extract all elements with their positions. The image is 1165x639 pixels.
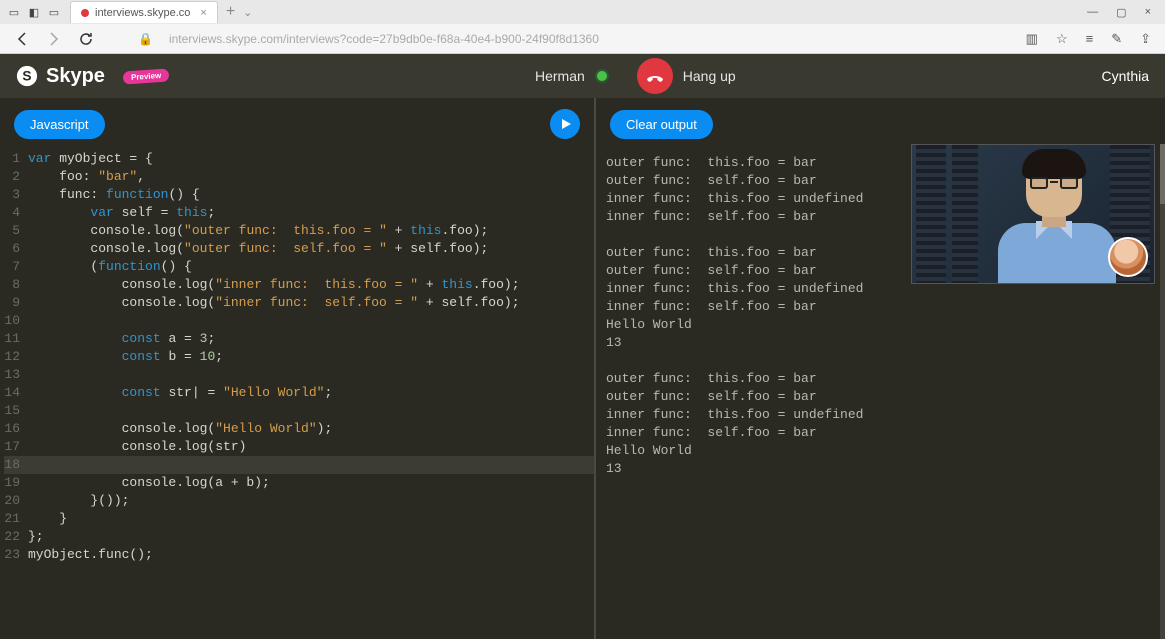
maximize-button[interactable]: ▢ [1116,6,1126,19]
run-button[interactable] [550,109,580,139]
hub-icon[interactable]: ≡ [1086,31,1094,46]
refresh-button[interactable] [78,31,94,47]
code-line[interactable]: 21 } [4,510,594,528]
browser-toolbar: 🔒 interviews.skype.com/interviews?code=2… [0,24,1165,54]
code-line[interactable]: 8 console.log("inner func: this.foo = " … [4,276,594,294]
address-bar[interactable]: interviews.skype.com/interviews?code=27b… [169,32,1010,46]
hangup-icon [645,66,665,86]
code-line[interactable]: 15 [4,402,594,420]
app-root: S Skype Preview Herman Hang up Cynthia J… [0,54,1165,639]
tab-favicon [81,9,89,17]
app-header: S Skype Preview Herman Hang up Cynthia [0,54,1165,98]
presence-indicator [595,69,609,83]
code-line[interactable]: 6 console.log("outer func: self.foo = " … [4,240,594,258]
share-icon[interactable]: ⇪ [1140,31,1151,47]
code-line[interactable]: 3 func: function() { [4,186,594,204]
tab-overflow-icon[interactable]: ⌄ [243,6,252,19]
preview-badge: Preview [123,68,170,84]
window-titlebar: ▭ ◧ ▭ interviews.skype.co × + ⌄ — ▢ × [0,0,1165,24]
tab-title: interviews.skype.co [95,7,190,19]
self-video-pip[interactable] [1108,237,1148,277]
output-scrollbar[interactable] [1160,144,1165,639]
code-line[interactable]: 19 console.log(a + b); [4,474,594,492]
remote-user-name: Cynthia [1102,68,1149,84]
play-icon [560,118,572,130]
app-icon-2: ◧ [26,4,42,20]
app-icon-1: ▭ [6,4,22,20]
minimize-button[interactable]: — [1087,6,1098,19]
caller-name: Herman [535,68,585,84]
language-selector[interactable]: Javascript [14,110,105,139]
code-line[interactable]: 14 const str| = "Hello World"; [4,384,594,402]
code-line[interactable]: 23myObject.func(); [4,546,594,564]
code-line[interactable]: 9 console.log("inner func: self.foo = " … [4,294,594,312]
new-tab-button[interactable]: + [226,3,235,21]
tab-close-icon[interactable]: × [200,7,206,19]
code-line[interactable]: 5 console.log("outer func: this.foo = " … [4,222,594,240]
back-button[interactable] [14,31,30,47]
product-name: Skype [46,65,105,88]
reading-view-icon[interactable]: ▥ [1026,31,1038,47]
code-line[interactable]: 7 (function() { [4,258,594,276]
code-line[interactable]: 2 foo: "bar", [4,168,594,186]
code-line[interactable]: 11 const a = 3; [4,330,594,348]
editor-pane: Javascript 1var myObject = {2 foo: "bar"… [0,98,596,639]
code-line[interactable]: 17 console.log(str) [4,438,594,456]
code-line[interactable]: 18 [4,456,594,474]
app-icon-3: ▭ [46,4,62,20]
notes-icon[interactable]: ✎ [1111,31,1122,47]
code-line[interactable]: 22}; [4,528,594,546]
code-line[interactable]: 10 [4,312,594,330]
lock-icon: 🔒 [138,32,153,46]
skype-icon: S [16,65,38,87]
code-line[interactable]: 4 var self = this; [4,204,594,222]
svg-text:S: S [22,69,31,84]
output-pane: Clear output outer func: this.foo = bar … [596,98,1165,639]
skype-logo: S Skype Preview [16,65,169,88]
code-line[interactable]: 12 const b = 10; [4,348,594,366]
scrollbar-thumb[interactable] [1160,144,1165,204]
code-line[interactable]: 1var myObject = { [4,150,594,168]
hangup-label: Hang up [683,68,736,84]
code-editor[interactable]: 1var myObject = {2 foo: "bar",3 func: fu… [0,150,594,639]
code-line[interactable]: 13 [4,366,594,384]
favorite-icon[interactable]: ☆ [1056,31,1068,47]
titlebar-left-icons: ▭ ◧ ▭ [0,4,64,20]
hangup-button[interactable] [637,58,673,94]
close-window-button[interactable]: × [1145,6,1151,19]
code-line[interactable]: 20 }()); [4,492,594,510]
browser-tab[interactable]: interviews.skype.co × [70,1,218,23]
forward-button[interactable] [46,31,62,47]
code-line[interactable]: 16 console.log("Hello World"); [4,420,594,438]
window-controls: — ▢ × [1087,6,1165,19]
clear-output-button[interactable]: Clear output [610,110,713,139]
video-call-window[interactable] [911,144,1155,284]
